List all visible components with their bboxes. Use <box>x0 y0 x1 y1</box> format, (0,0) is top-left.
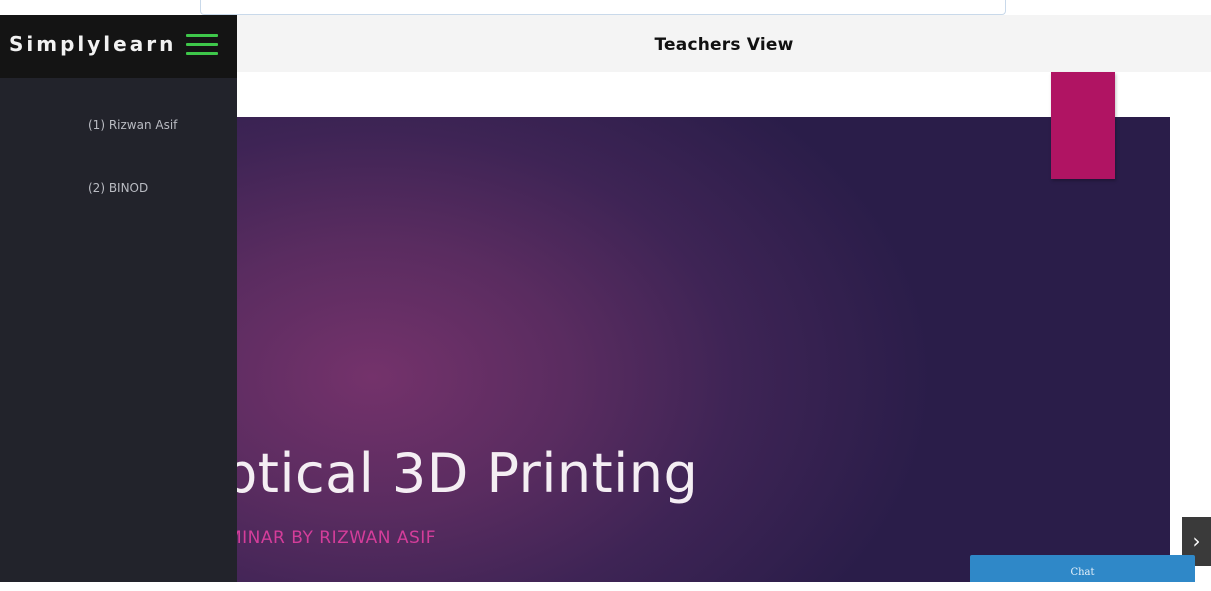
top-search-bar-edge <box>200 0 1006 15</box>
page-title: Teachers View <box>654 35 794 55</box>
sidebar-item-binod[interactable]: (2) BINOD <box>88 181 148 195</box>
menu-line <box>186 43 218 46</box>
slide-subtitle: MINAR BY RIZWAN ASIF <box>237 528 437 548</box>
brand-logo-text: Simplylearn <box>9 32 177 56</box>
brand-bar: Simplylearn <box>0 15 237 78</box>
menu-line <box>186 52 218 55</box>
sidebar: (1) Rizwan Asif (2) BINOD <box>0 78 237 582</box>
slide-accent-tab <box>1051 72 1115 179</box>
menu-line <box>186 34 218 37</box>
chat-button[interactable]: Chat <box>970 555 1195 582</box>
slide-title: ptical 3D Printing <box>237 442 699 505</box>
presentation-slide: ptical 3D Printing MINAR BY RIZWAN ASIF <box>237 117 1170 582</box>
hamburger-menu-icon[interactable] <box>186 32 218 58</box>
sidebar-item-rizwan-asif[interactable]: (1) Rizwan Asif <box>88 118 177 132</box>
